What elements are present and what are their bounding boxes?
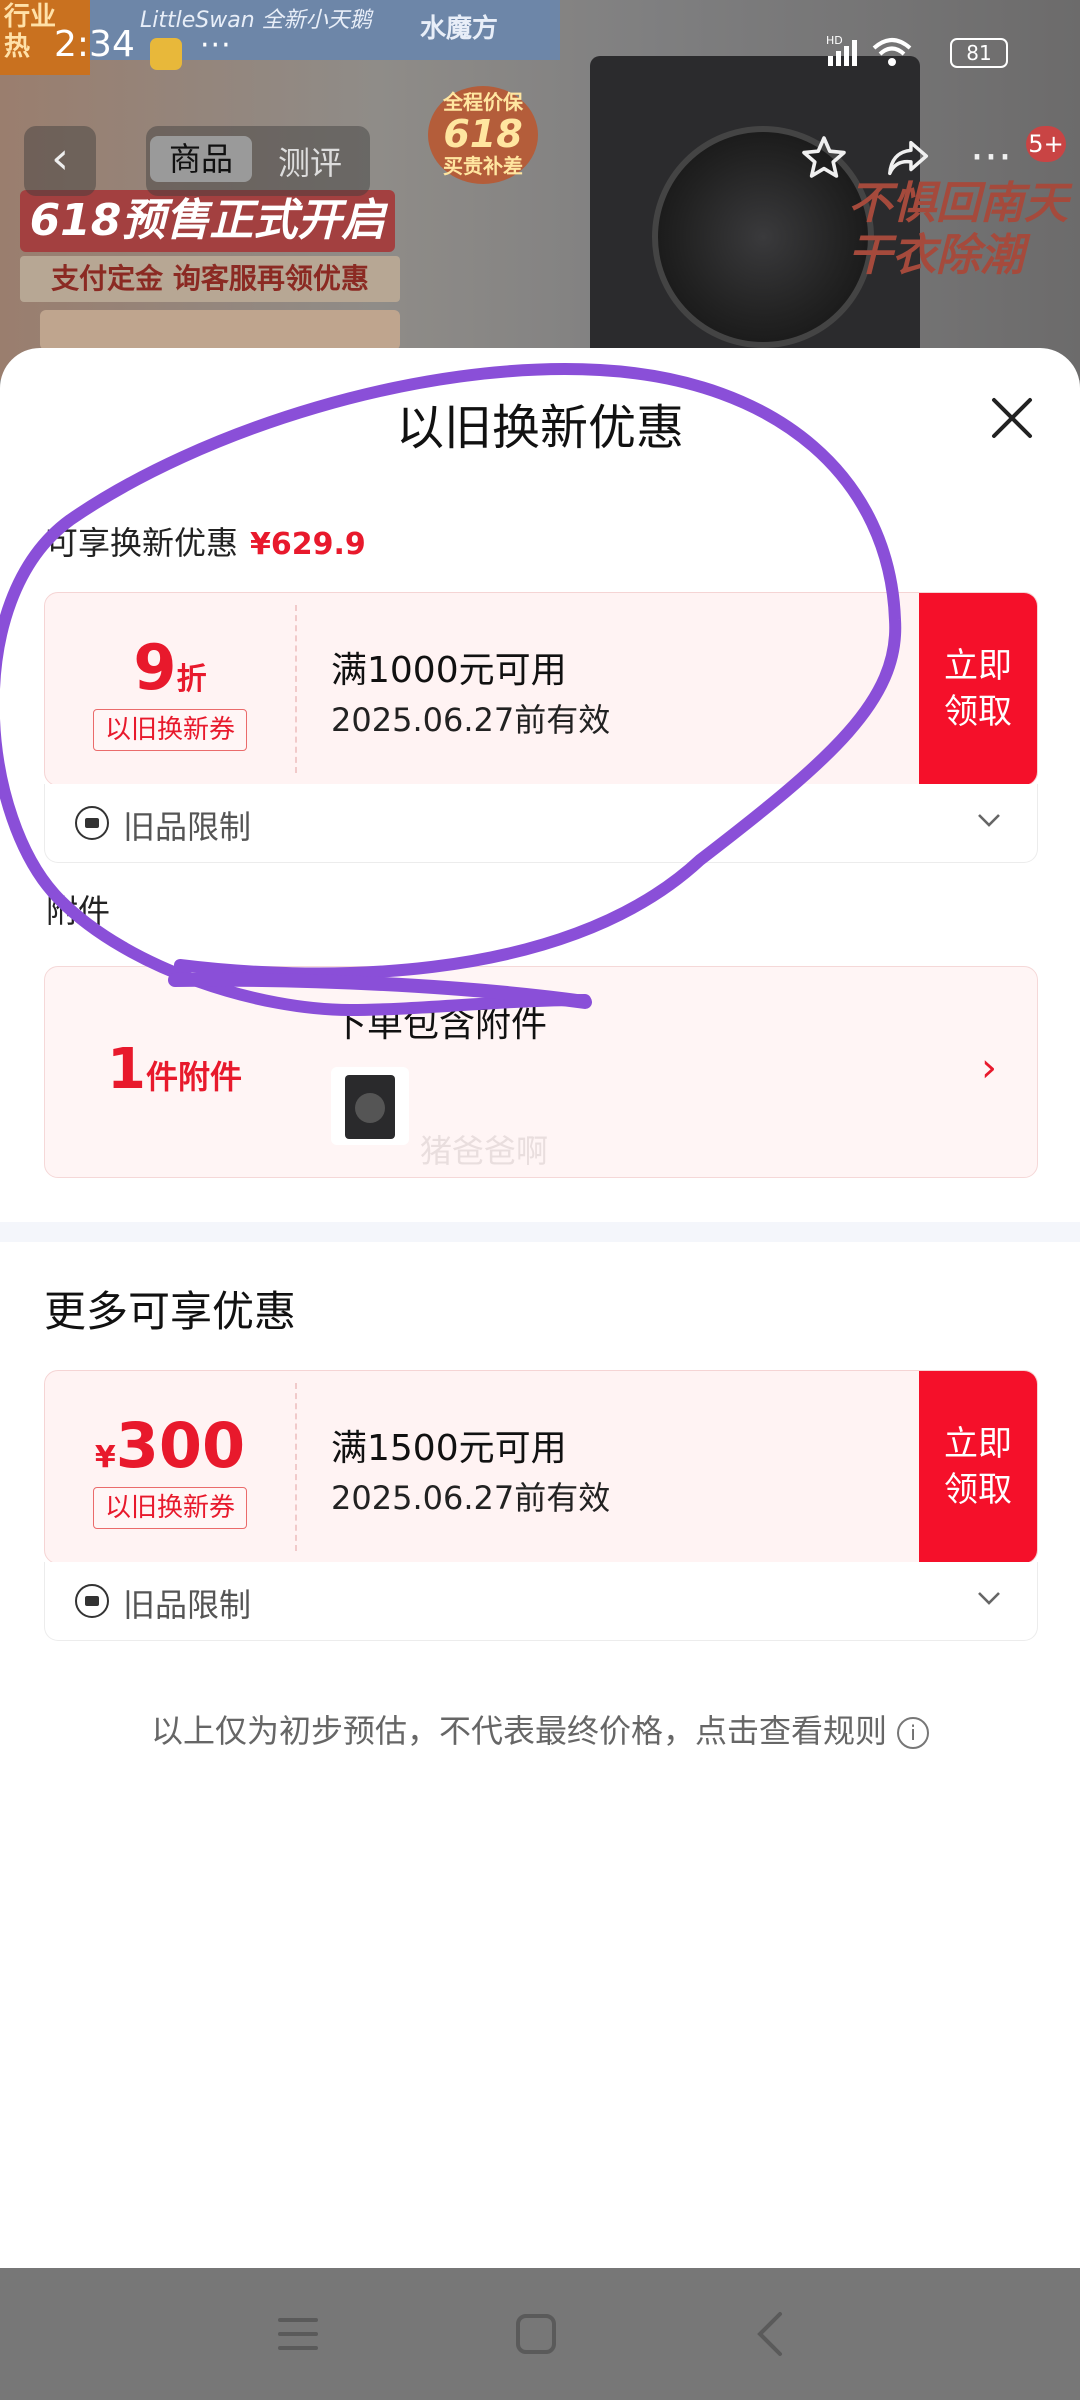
limit-icon — [75, 1584, 109, 1618]
accessory-count-number: 1 — [107, 1037, 146, 1102]
promo-headline: 618预售正式开启 — [20, 190, 395, 252]
coupon-value-number: 300 — [115, 1409, 246, 1482]
promo-subline: 支付定金 询客服再领优惠 — [20, 256, 400, 302]
message-count-badge: 5+ — [1026, 126, 1066, 162]
accessory-count: 1件附件 — [107, 1037, 242, 1102]
available-discount-label: 可享换新优惠 — [46, 524, 239, 562]
coupon-condition: 满1000元可用 — [331, 650, 567, 691]
available-discount: 可享换新优惠 ¥629.9 — [46, 518, 366, 564]
claim-button[interactable]: 立即 领取 — [919, 1371, 1037, 1563]
signal-wifi-icon: HD — [826, 34, 936, 75]
accessory-thumbnail — [331, 1067, 409, 1145]
coupon-condition: 满1500元可用 — [331, 1428, 567, 1469]
favorite-star-icon[interactable] — [800, 134, 848, 198]
coupon-value-number: 9 — [133, 631, 177, 704]
home-icon[interactable] — [508, 2308, 564, 2360]
hd-label: HD — [826, 34, 843, 47]
coupon-value-area: ¥300 以旧换新券 — [45, 1371, 295, 1563]
section-separator — [0, 1222, 1080, 1242]
share-icon[interactable] — [884, 134, 934, 198]
coupon-currency: ¥ — [94, 1440, 116, 1475]
coupon-tag: 以旧换新券 — [93, 1487, 247, 1529]
status-time: 2:34 — [54, 24, 135, 65]
coupon-tag: 以旧换新券 — [93, 709, 247, 751]
coupon-validity: 2025.06.27前有效 — [331, 701, 611, 739]
limit-text: 旧品限制 — [123, 1586, 252, 1624]
claim-button[interactable]: 立即 领取 — [919, 593, 1037, 785]
accessory-count-area: 1件附件 — [45, 967, 295, 1177]
tab-review[interactable]: 测评 — [278, 140, 342, 186]
system-nav-bar — [0, 2268, 1080, 2400]
coupon-value-unit: 折 — [176, 662, 207, 697]
badge-bot-text: 买贵补差 — [443, 154, 523, 178]
promo-slogan: 不惧回南天 干衣除潮 — [848, 178, 1068, 281]
estimate-rules-note[interactable]: 以上仅为初步预估，不代表最终价格，点击查看规则 i — [0, 1706, 1080, 1752]
more-menu-icon[interactable]: ··· — [970, 128, 1012, 188]
back-nav-icon[interactable] — [744, 2308, 800, 2360]
tab-product[interactable]: 商品 — [150, 136, 252, 182]
trade-in-sheet: 以旧换新优惠 可享换新优惠 ¥629.9 9折 以旧换新券 满1000元可用 20… — [0, 348, 1080, 2268]
close-icon[interactable] — [984, 390, 1040, 446]
coupon-value: ¥300 — [45, 1409, 295, 1482]
price-protect-badge: 全程价保 618 买贵补差 — [428, 86, 538, 184]
limit-text: 旧品限制 — [123, 808, 252, 846]
chevron-down-icon — [978, 814, 1000, 827]
status-bar: 2:34 ··· HD 81 — [0, 0, 1080, 100]
promo-strip — [40, 310, 400, 350]
accessory-count-unit: 件附件 — [145, 1058, 242, 1096]
coupon-value: 9折 — [45, 631, 295, 704]
product-tabs: 商品 测评 — [146, 126, 370, 196]
coupon-validity: 2025.06.27前有效 — [331, 1479, 611, 1517]
chevron-right-icon: › — [981, 1045, 997, 1091]
menu-icon[interactable] — [270, 2308, 326, 2360]
more-discounts-title: 更多可享优惠 — [44, 1287, 297, 1336]
battery-indicator: 81 — [950, 38, 1008, 68]
more-notifications-icon: ··· — [200, 28, 232, 63]
info-icon: i — [897, 1717, 929, 1749]
back-button[interactable]: ‹ — [24, 126, 96, 196]
estimate-rules-text: 以上仅为初步预估，不代表最终价格，点击查看规则 — [150, 1712, 887, 1750]
coupon-divider — [295, 1383, 297, 1551]
sheet-title: 以旧换新优惠 — [395, 400, 684, 456]
badge-mid-text: 618 — [443, 112, 523, 156]
coupon-value-area: 9折 以旧换新券 — [45, 593, 295, 785]
accessory-title: 下单包含附件 — [331, 1004, 548, 1045]
app-notification-icon — [150, 38, 182, 70]
available-discount-amount: ¥629.9 — [250, 527, 366, 562]
watermark-text: 猪爸爸啊 — [420, 1132, 549, 1170]
old-item-limit-row[interactable]: 旧品限制 — [44, 784, 1038, 863]
limit-icon — [75, 806, 109, 840]
coupon-divider — [295, 605, 297, 773]
chevron-down-icon — [978, 1592, 1000, 1605]
coupon-card: ¥300 以旧换新券 满1500元可用 2025.06.27前有效 立即 领取 — [44, 1370, 1038, 1564]
coupon-card: 9折 以旧换新券 满1000元可用 2025.06.27前有效 立即 领取 — [44, 592, 1038, 786]
old-item-limit-row[interactable]: 旧品限制 — [44, 1562, 1038, 1641]
accessory-section-title: 附件 — [46, 892, 111, 930]
